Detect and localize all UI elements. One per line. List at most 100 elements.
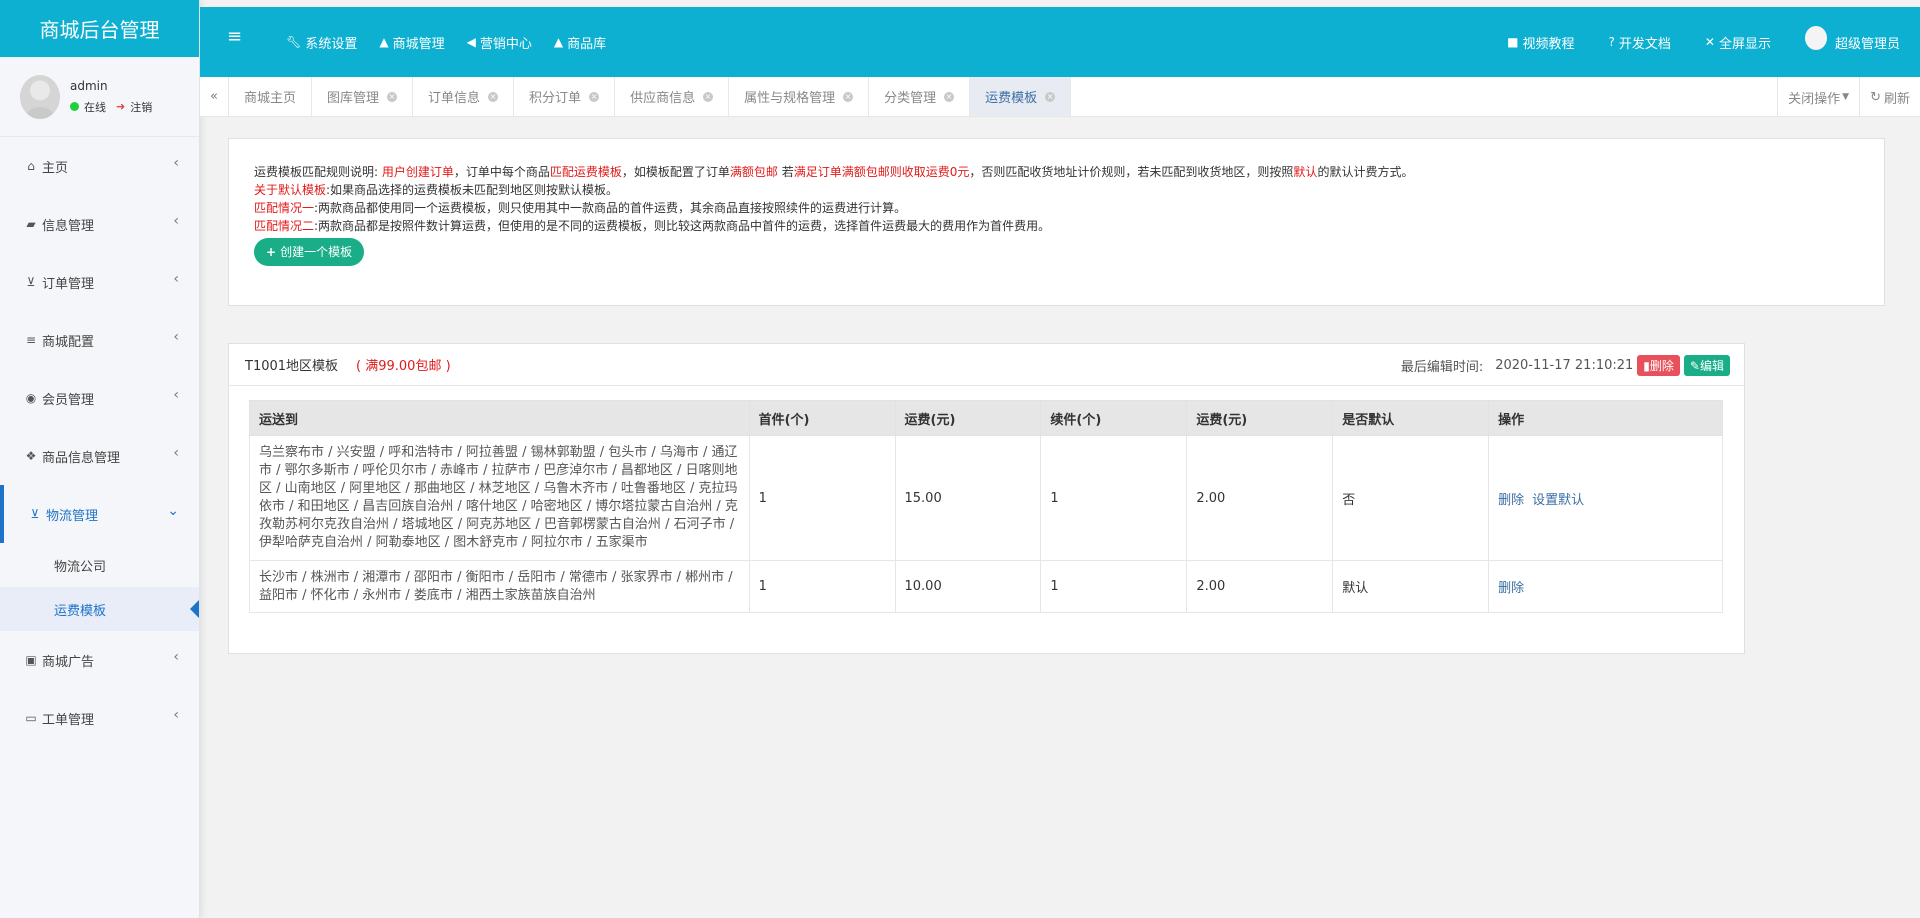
table-row: 乌兰察布市 / 兴安盟 / 呼和浩特市 / 阿拉善盟 / 锡林郭勒盟 / 包头市…	[249, 435, 1723, 561]
rule-highlight: 用户创建订单	[381, 165, 454, 179]
chevron-left-icon: ‹	[173, 649, 179, 665]
shopping-bag-icon: ▲	[553, 35, 564, 49]
tab-mall-home[interactable]: 商城主页	[229, 77, 313, 116]
first-count-cell: 1	[748, 560, 896, 613]
close-operations-dropdown[interactable]: 关闭操作 ▼	[1777, 77, 1859, 117]
sidebar-item-mall-config[interactable]: ≡ 商城配置 ‹	[0, 311, 199, 369]
sidebar-item-label: 主页	[42, 160, 69, 176]
create-template-button[interactable]: + 创建一个模板	[254, 238, 365, 266]
close-icon[interactable]: ×	[488, 91, 499, 102]
delete-rule-link[interactable]: 删除	[1498, 493, 1524, 508]
tab-orders[interactable]: 订单信息 ×	[413, 77, 515, 116]
sidebar-item-home[interactable]: ⌂ 主页 ‹	[0, 137, 199, 195]
actions-cell: 删除 设置默认	[1488, 435, 1723, 561]
sidebar-item-label: 工单管理	[42, 712, 95, 728]
sidebar-subitem-shipping-template[interactable]: 运费模板	[0, 587, 199, 631]
question-icon: ?	[1608, 35, 1615, 49]
user-circle-icon: ◉	[25, 391, 37, 405]
rule-line-1: 运费模板匹配规则说明: 用户创建订单，订单中每个商品匹配运费模板，如模板配置了订…	[254, 163, 1859, 181]
close-icon[interactable]: ×	[589, 91, 600, 102]
sidebar-item-label: 商品信息管理	[42, 450, 121, 466]
actions-cell: 删除	[1488, 560, 1723, 613]
free-shipping-badge: ( 满99.00包邮 )	[356, 359, 451, 374]
user-panel: admin 在线 ➜ 注销	[0, 57, 199, 137]
cubes-icon: ❖	[25, 449, 37, 463]
logout-link[interactable]: 注销	[130, 99, 152, 115]
sidebar-item-ads[interactable]: ▣ 商城广告 ‹	[0, 631, 199, 689]
close-icon[interactable]: ×	[387, 91, 398, 102]
refresh-button[interactable]: ↻ 刷新	[1859, 77, 1920, 117]
sidebar-item-products[interactable]: ❖ 商品信息管理 ‹	[0, 427, 199, 485]
delete-rule-link[interactable]: 删除	[1498, 581, 1524, 596]
nav-system-settings[interactable]: 🔧︎ 系统设置	[286, 33, 357, 52]
dev-docs-link[interactable]: ? 开发文档	[1609, 33, 1671, 52]
close-icon[interactable]: ×	[1045, 91, 1056, 102]
tab-label: 订单信息	[428, 91, 481, 106]
cart-icon: ⊻	[26, 275, 36, 289]
sidebar-item-tickets[interactable]: ▭ 工单管理 ‹	[0, 689, 199, 747]
rule-highlight: 匹配情况二	[254, 219, 315, 233]
tab-suppliers[interactable]: 供应商信息 ×	[615, 77, 730, 116]
sidebar-item-orders[interactable]: ⊻ 订单管理 ‹	[0, 253, 199, 311]
next-count-cell: 1	[1040, 560, 1188, 613]
table-row: 长沙市 / 株洲市 / 湘潭市 / 邵阳市 / 衡阳市 / 岳阳市 / 常德市 …	[249, 560, 1723, 613]
fullscreen-icon: ✕	[1704, 35, 1715, 49]
tab-shipping-template[interactable]: 运费模板 ×	[970, 77, 1072, 116]
chevron-left-icon: ‹	[173, 387, 179, 403]
logout-icon[interactable]: ➜	[116, 100, 125, 113]
avatar	[20, 74, 60, 119]
sidebar: 商城后台管理 admin 在线 ➜ 注销 ⌂ 主页 ‹ ▰ 信息管理 ‹ ⊻ 订…	[0, 0, 200, 918]
set-default-link[interactable]: 设置默认	[1532, 493, 1584, 508]
sidebar-subitem-logistics-company[interactable]: 物流公司	[0, 543, 199, 587]
edit-template-button[interactable]: ✎编辑	[1683, 354, 1730, 376]
close-icon[interactable]: ×	[843, 91, 854, 102]
column-header: 运费(元)	[1186, 400, 1334, 436]
is-default-cell: 默认	[1332, 560, 1490, 613]
nav-product-library[interactable]: ▲ 商品库	[554, 33, 606, 52]
wrench-icon: 🔧︎	[286, 35, 302, 49]
sidebar-item-info[interactable]: ▰ 信息管理 ‹	[0, 195, 199, 253]
chevron-left-icon: ‹	[173, 213, 179, 229]
tab-label: 供应商信息	[630, 91, 696, 106]
rule-line-3: 匹配情况一:两款商品都使用同一个运费模板，则只使用其中一款商品的首件运费，其余商…	[254, 199, 1859, 217]
rule-text: 运费模板匹配规则说明:	[254, 165, 382, 179]
video-tutorial-link[interactable]: ■ 视频教程	[1507, 33, 1574, 52]
nav-marketing-center[interactable]: ◀ 营销中心	[467, 33, 532, 52]
chevron-left-icon: ‹	[173, 271, 179, 287]
pencil-icon: ✎	[1689, 358, 1700, 373]
caret-down-icon: ▼	[1842, 92, 1850, 102]
fullscreen-link[interactable]: ✕ 全屏显示	[1705, 33, 1771, 52]
rule-line-4: 匹配情况二:两款商品都是按照件数计算运费，但使用的是不同的运费模板，则比较这两款…	[254, 217, 1859, 235]
close-icon[interactable]: ×	[944, 91, 955, 102]
admin-menu[interactable]: 超级管理员	[1804, 26, 1900, 52]
tab-attributes[interactable]: 属性与规格管理 ×	[729, 77, 870, 116]
tab-points-orders[interactable]: 积分订单 ×	[514, 77, 616, 116]
sidebar-item-label: 信息管理	[42, 218, 95, 234]
column-header: 运费(元)	[894, 400, 1042, 436]
refresh-icon: ↻	[1870, 89, 1881, 105]
admin-name: 超级管理员	[1834, 36, 1900, 52]
trash-icon: ▮	[1643, 358, 1650, 373]
rule-text: ，如模板配置了订单	[621, 165, 730, 179]
plus-icon: +	[266, 245, 277, 259]
close-icon[interactable]: ×	[703, 91, 714, 102]
hamburger-menu-icon[interactable]: ≡	[227, 26, 242, 47]
tab-gallery[interactable]: 图库管理 ×	[312, 77, 414, 116]
link-label: 开发文档	[1618, 36, 1671, 52]
top-navbar: ≡ 🔧︎ 系统设置 ▲ 商城管理 ◀ 营销中心 ▲ 商品库 ■ 视频教程 ? 开…	[200, 7, 1920, 77]
delete-label: 删除	[1649, 358, 1674, 373]
tab-label: 运费模板	[985, 91, 1038, 106]
delete-template-button[interactable]: ▮删除	[1637, 354, 1680, 376]
tab-scroll-left-icon[interactable]: «	[200, 77, 229, 116]
tab-categories[interactable]: 分类管理 ×	[869, 77, 971, 116]
column-header: 续件(个)	[1040, 400, 1188, 436]
nav-mall-management[interactable]: ▲ 商城管理	[379, 33, 444, 52]
sidebar-item-logistics[interactable]: ⊻ 物流管理 ⌄	[0, 485, 199, 543]
rule-text: 若	[777, 165, 794, 179]
video-icon: ■	[1507, 35, 1519, 49]
tab-label: 商城主页	[244, 91, 297, 106]
rule-text: ，订单中每个商品	[453, 165, 550, 179]
rule-highlight: 满额包邮	[729, 165, 778, 179]
link-label: 全屏显示	[1718, 36, 1771, 52]
sidebar-item-members[interactable]: ◉ 会员管理 ‹	[0, 369, 199, 427]
